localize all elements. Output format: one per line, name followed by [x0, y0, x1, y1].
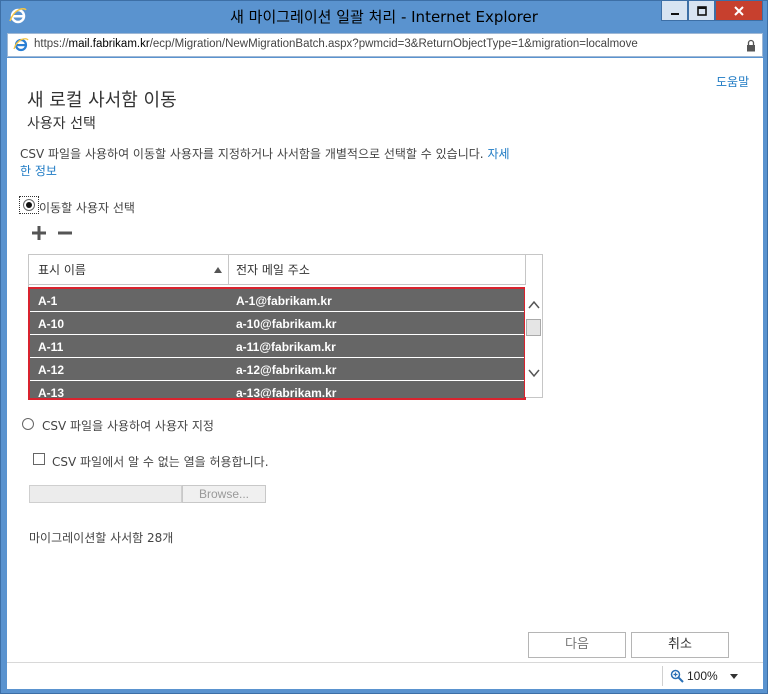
table-row[interactable]: A-1 A-1@fabrikam.kr [30, 289, 524, 312]
close-icon [734, 5, 744, 16]
scrollbar-thumb[interactable] [526, 319, 541, 336]
cell-display-name: A-12 [38, 363, 65, 377]
grid-rows: A-1 A-1@fabrikam.kr A-10 a-10@fabrikam.kr … [30, 289, 524, 400]
column-header-email[interactable]: 전자 메일 주소 [236, 255, 516, 285]
csv-file-path-input[interactable] [29, 485, 182, 503]
address-path: /ecp/Migration/NewMigrationBatch.aspx?pw… [149, 38, 638, 50]
address-host: mail.fabrikam.kr [68, 38, 150, 50]
table-row[interactable]: A-12 a-12@fabrikam.kr [30, 358, 524, 381]
allow-unknown-columns-checkbox[interactable] [33, 453, 45, 465]
next-button[interactable]: 다음 [528, 632, 626, 658]
cancel-button[interactable]: 취소 [631, 632, 729, 658]
dialog-content: 도움말 새 로컬 사서함 이동 사용자 선택 CSV 파일을 사용하여 이동할 … [7, 58, 763, 662]
cell-email: a-11@fabrikam.kr [236, 340, 336, 354]
ie-page-icon [13, 38, 29, 52]
browse-button[interactable]: Browse... [182, 485, 266, 503]
status-bar: 100% [7, 662, 763, 689]
csv-file-radio[interactable] [22, 418, 34, 430]
mailbox-count: 마이그레이션할 사서함 28개 [29, 531, 174, 545]
browser-window: 새 마이그레이션 일괄 처리 - Internet Explorer https… [0, 0, 768, 694]
address-url[interactable]: https://mail.fabrikam.kr/ecp/Migration/N… [34, 38, 638, 50]
page-title: 새 로컬 사서함 이동 [27, 90, 177, 111]
table-row[interactable]: A-11 a-11@fabrikam.kr [30, 335, 524, 358]
select-users-label: 이동할 사용자 선택 [39, 201, 135, 215]
zoom-icon[interactable] [670, 669, 684, 683]
maximize-button[interactable] [688, 1, 715, 21]
table-row[interactable]: A-10 a-10@fabrikam.kr [30, 312, 524, 335]
cell-email: A-1@fabrikam.kr [236, 294, 332, 308]
allow-unknown-columns-label: CSV 파일에서 알 수 없는 열을 허용합니다. [52, 455, 269, 469]
close-button[interactable] [715, 1, 763, 21]
address-scheme: https:// [34, 38, 69, 50]
description-text: CSV 파일을 사용하여 이동할 사용자를 지정하거나 사서함을 개별적으로 선… [20, 147, 484, 161]
chevron-up-icon[interactable] [528, 299, 540, 311]
window-title: 새 마이그레이션 일괄 처리 - Internet Explorer [230, 8, 538, 26]
table-row[interactable]: A-13 a-13@fabrikam.kr [30, 381, 524, 400]
chevron-down-icon[interactable] [528, 367, 540, 379]
more-info-link-part2: 한 정보 [20, 164, 57, 178]
description: CSV 파일을 사용하여 이동할 사용자를 지정하거나 사서함을 개별적으로 선… [20, 146, 560, 180]
grid-header-corner [525, 255, 542, 285]
grid-scrollbar[interactable] [525, 287, 542, 397]
status-divider [662, 666, 663, 686]
cell-display-name: A-11 [38, 340, 64, 354]
address-bar[interactable]: https://mail.fabrikam.kr/ecp/Migration/N… [7, 33, 763, 57]
zoom-level[interactable]: 100% [687, 669, 718, 683]
remove-icon[interactable] [57, 225, 73, 241]
column-divider[interactable] [228, 255, 229, 285]
lock-icon[interactable] [746, 39, 756, 52]
column-header-display-name[interactable]: 표시 이름 [38, 255, 228, 285]
select-users-radio[interactable] [23, 199, 35, 211]
cell-email: a-10@fabrikam.kr [236, 317, 337, 331]
cell-display-name: A-1 [38, 294, 58, 308]
page-subtitle: 사용자 선택 [27, 116, 96, 132]
cell-email: a-13@fabrikam.kr [236, 386, 337, 400]
cell-display-name: A-13 [38, 386, 65, 400]
csv-file-label: CSV 파일을 사용하여 사용자 지정 [42, 419, 214, 433]
cell-email: a-12@fabrikam.kr [236, 363, 337, 377]
minimize-button[interactable] [661, 1, 688, 21]
help-link[interactable]: 도움말 [716, 73, 749, 90]
cell-display-name: A-10 [38, 317, 65, 331]
title-bar: 새 마이그레이션 일괄 처리 - Internet Explorer [1, 1, 767, 31]
minimize-icon [670, 12, 679, 15]
selected-rows-highlight: A-1 A-1@fabrikam.kr A-10 a-10@fabrikam.kr … [28, 287, 526, 400]
sort-ascending-icon [214, 267, 222, 273]
maximize-icon [696, 5, 707, 16]
add-icon[interactable] [31, 225, 47, 241]
dropdown-arrow-icon[interactable] [730, 674, 738, 679]
grid-header: 표시 이름 전자 메일 주소 [29, 255, 525, 285]
more-info-link-part1: 자세 [487, 147, 510, 161]
